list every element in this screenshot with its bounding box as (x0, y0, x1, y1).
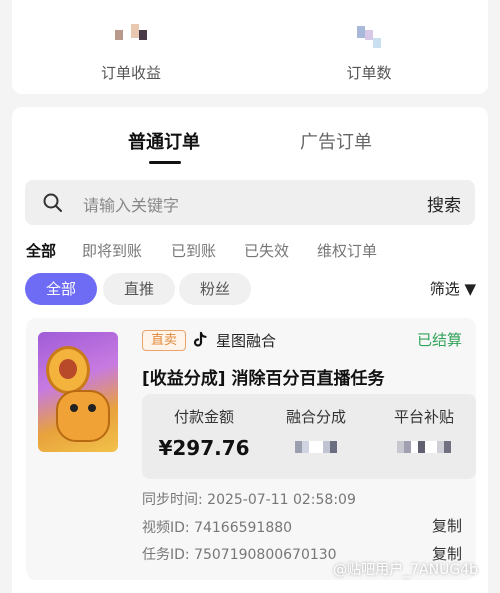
chip-direct[interactable]: 直推 (103, 273, 175, 305)
share-label: 融合分成 (285, 408, 346, 426)
order-status: 已结算 (416, 331, 462, 349)
order-source: 星图融合 (216, 332, 277, 350)
share-value-blurred (266, 441, 366, 453)
order-count-label: 订单数 (346, 64, 392, 82)
filter-expired[interactable]: 已失效 (244, 240, 289, 261)
subsidy-value-blurred (374, 441, 474, 453)
filter-all[interactable]: 全部 (26, 240, 56, 261)
direct-sale-tag: 直卖 (142, 330, 186, 351)
order-income-stat[interactable]: 订单收益 (12, 0, 250, 94)
payment-label: 付款金额 (173, 408, 234, 426)
watermark: @贴吧用户_7ANUG4b (333, 562, 478, 578)
order-count-value-blurred (357, 26, 381, 48)
subsidy-column: 平台补贴 (374, 406, 474, 453)
stats-card: 订单收益 订单数 (12, 0, 488, 94)
order-income-label: 订单收益 (100, 64, 161, 82)
filter-dispute[interactable]: 维权订单 (317, 240, 377, 261)
copy-video-id-button[interactable]: 复制 (432, 515, 462, 536)
tiktok-icon (193, 331, 207, 347)
filter-received[interactable]: 已到账 (171, 240, 216, 261)
video-id: 视频ID: 74166591880 (142, 520, 293, 536)
share-column: 融合分成 (266, 406, 366, 453)
search-bar[interactable]: 请输入关键字 搜索 (25, 180, 475, 225)
earnings-box: 付款金额 ¥297.76 融合分成 平台补贴 (142, 394, 476, 479)
search-icon (43, 193, 62, 212)
order-title: [收益分成] 消除百分百直播任务 (142, 369, 385, 389)
task-id: 任务ID: 7507190800670130 (142, 547, 337, 563)
order-count-stat[interactable]: 订单数 (250, 0, 488, 94)
product-thumbnail (38, 332, 118, 452)
chip-fans[interactable]: 粉丝 (179, 273, 251, 305)
chip-all[interactable]: 全部 (25, 273, 97, 305)
filter-pending[interactable]: 即将到账 (82, 240, 142, 261)
search-input[interactable]: 请输入关键字 (83, 192, 179, 216)
payment-value: ¥297.76 (158, 436, 250, 460)
tab-normal-orders[interactable]: 普通订单 (128, 128, 200, 154)
sync-time: 同步时间: 2025-07-11 02:58:09 (142, 492, 356, 508)
order-card[interactable]: 直卖 星图融合 已结算 [收益分成] 消除百分百直播任务 付款金额 ¥297.7… (26, 318, 476, 580)
active-tab-indicator (149, 161, 181, 164)
search-button[interactable]: 搜索 (427, 191, 461, 216)
payment-column: 付款金额 ¥297.76 (154, 406, 254, 460)
filter-dropdown[interactable]: 筛选 ▼ (430, 278, 476, 299)
order-income-value-blurred (115, 24, 147, 40)
orders-panel: 普通订单 广告订单 请输入关键字 搜索 全部 即将到账 已到账 已失效 维权订单… (12, 107, 488, 593)
order-type-tabs: 普通订单 广告订单 (12, 107, 488, 167)
tab-ad-orders[interactable]: 广告订单 (300, 128, 372, 154)
subsidy-label: 平台补贴 (393, 408, 454, 426)
